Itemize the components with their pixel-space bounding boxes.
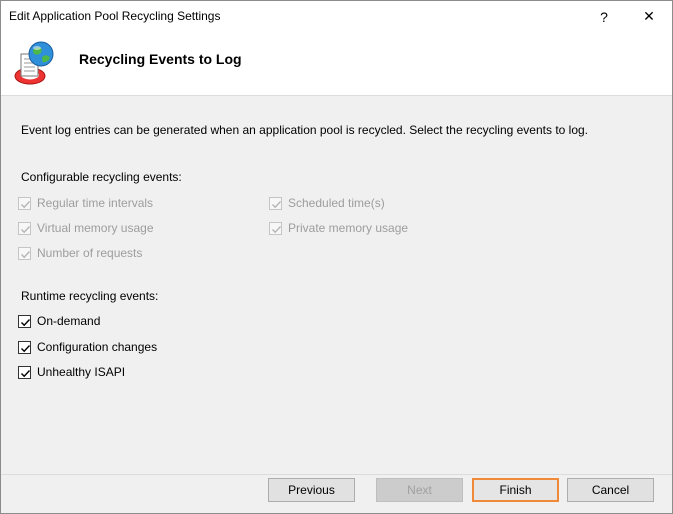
checkbox-box xyxy=(18,246,31,260)
checkbox-label: Number of requests xyxy=(37,246,143,260)
title-bar: Edit Application Pool Recycling Settings… xyxy=(1,1,672,32)
checkbox-label: Virtual memory usage xyxy=(37,221,154,235)
checkbox-scheduled-times[interactable]: Scheduled time(s) xyxy=(269,195,385,211)
next-button[interactable]: Next xyxy=(376,478,463,502)
checkbox-label: Scheduled time(s) xyxy=(288,196,385,210)
checkbox-unhealthy-isapi[interactable]: Unhealthy ISAPI xyxy=(18,364,125,380)
configurable-events-label: Configurable recycling events: xyxy=(21,170,182,184)
checkbox-box xyxy=(269,221,282,235)
finish-button[interactable]: Finish xyxy=(472,478,559,502)
checkbox-private-memory-usage[interactable]: Private memory usage xyxy=(269,220,408,236)
checkbox-regular-time-intervals[interactable]: Regular time intervals xyxy=(18,195,153,211)
checkbox-box xyxy=(18,340,31,354)
checkbox-label: Regular time intervals xyxy=(37,196,154,210)
footer-divider xyxy=(1,474,672,475)
cancel-button[interactable]: Cancel xyxy=(567,478,654,502)
checkbox-label: On-demand xyxy=(37,314,101,328)
checkbox-box xyxy=(18,314,31,328)
checkbox-box xyxy=(18,221,31,235)
app-pool-recycle-icon xyxy=(13,40,57,86)
dialog-window: Edit Application Pool Recycling Settings… xyxy=(0,0,673,514)
runtime-events-label: Runtime recycling events: xyxy=(21,289,159,303)
page-title: Recycling Events to Log xyxy=(79,51,242,67)
checkbox-configuration-changes[interactable]: Configuration changes xyxy=(18,339,157,355)
window-title: Edit Application Pool Recycling Settings xyxy=(9,9,221,23)
checkbox-label: Unhealthy ISAPI xyxy=(37,365,126,379)
checkbox-box xyxy=(18,196,31,210)
checkbox-on-demand[interactable]: On-demand xyxy=(18,313,100,329)
checkbox-label: Private memory usage xyxy=(288,221,409,235)
checkbox-box xyxy=(18,365,31,379)
checkbox-virtual-memory-usage[interactable]: Virtual memory usage xyxy=(18,220,154,236)
wizard-header: Recycling Events to Log xyxy=(1,32,672,96)
previous-button[interactable]: Previous xyxy=(268,478,355,502)
checkbox-number-of-requests[interactable]: Number of requests xyxy=(18,245,142,261)
help-button[interactable]: ? xyxy=(581,1,627,32)
wizard-content: Event log entries can be generated when … xyxy=(1,97,672,474)
description-text: Event log entries can be generated when … xyxy=(21,123,589,137)
close-button[interactable]: ✕ xyxy=(626,1,672,32)
checkbox-box xyxy=(269,196,282,210)
checkbox-label: Configuration changes xyxy=(37,340,158,354)
